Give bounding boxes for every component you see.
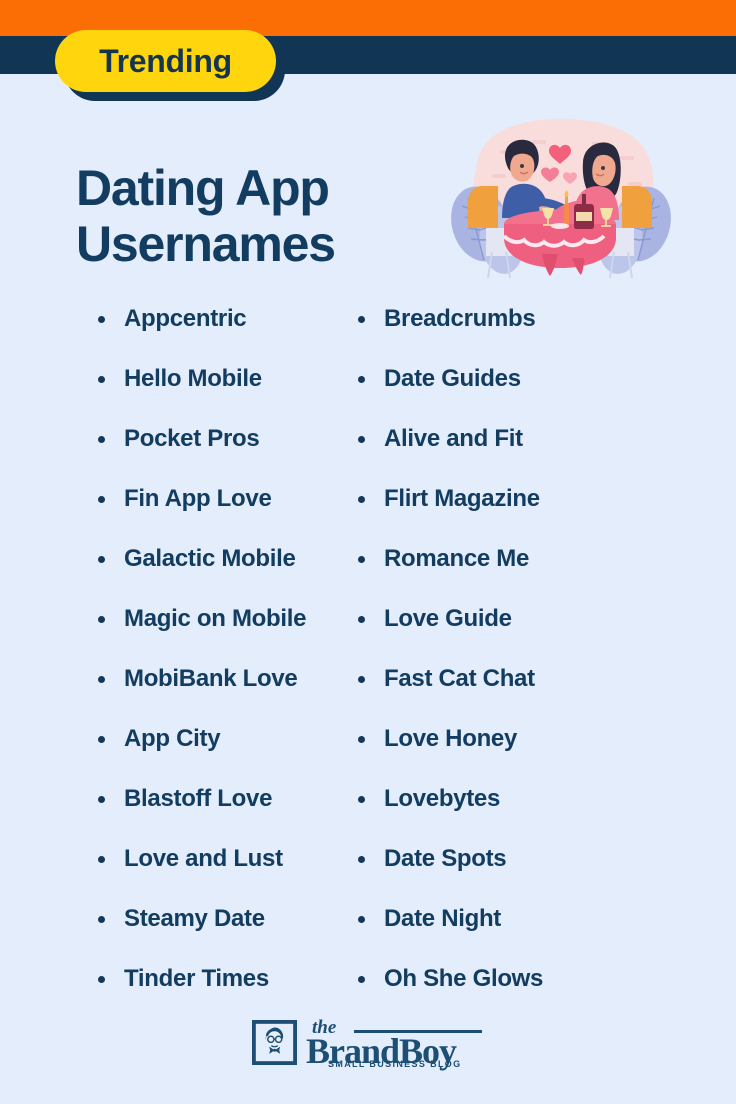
list-item: Blastoff Love — [98, 782, 340, 842]
footer: the BrandBoy SMALL BUSINESS BLOG — [0, 1017, 736, 1071]
list-item: Steamy Date — [98, 902, 340, 962]
trending-badge-label: Trending — [99, 42, 232, 79]
list-item: MobiBank Love — [98, 662, 340, 722]
list-item: Hello Mobile — [98, 362, 340, 422]
trending-badge-pill: Trending — [55, 30, 276, 92]
list-item: Oh She Glows — [358, 962, 736, 1022]
list-item: Lovebytes — [358, 782, 736, 842]
username-lists: Appcentric Hello Mobile Pocket Pros Fin … — [0, 302, 736, 1022]
list-item: Date Spots — [358, 842, 736, 902]
brandboy-boy-face-icon — [252, 1019, 297, 1065]
list-item: Flirt Magazine — [358, 482, 736, 542]
list-item: Magic on Mobile — [98, 602, 340, 662]
list-item: Alive and Fit — [358, 422, 736, 482]
list-item: Fin App Love — [98, 482, 340, 542]
page-title-line-1: Dating App — [76, 159, 330, 216]
list-item: Romance Me — [358, 542, 736, 602]
list-item: Pocket Pros — [98, 422, 340, 482]
brandboy-logo-text: the BrandBoy SMALL BUSINESS BLOG — [306, 1017, 484, 1071]
brandboy-logo: the BrandBoy SMALL BUSINESS BLOG — [252, 1017, 484, 1071]
logo-tagline: SMALL BUSINESS BLOG — [328, 1059, 462, 1069]
username-list-right-column: Breadcrumbs Date Guides Alive and Fit Fl… — [340, 302, 736, 1022]
username-list-right: Breadcrumbs Date Guides Alive and Fit Fl… — [358, 302, 736, 1022]
list-item: App City — [98, 722, 340, 782]
couple-romantic-dinner-illustration — [444, 112, 676, 288]
list-item: Love Guide — [358, 602, 736, 662]
list-item: Date Guides — [358, 362, 736, 422]
list-item: Love and Lust — [98, 842, 340, 902]
list-item: Fast Cat Chat — [358, 662, 736, 722]
page-title: Dating App Usernames — [76, 160, 446, 272]
list-item: Love Honey — [358, 722, 736, 782]
username-list-left: Appcentric Hello Mobile Pocket Pros Fin … — [98, 302, 340, 1022]
username-list-left-column: Appcentric Hello Mobile Pocket Pros Fin … — [0, 302, 340, 1022]
page-title-line-2: Usernames — [76, 215, 336, 272]
list-item: Date Night — [358, 902, 736, 962]
list-item: Breadcrumbs — [358, 302, 736, 362]
list-item: Galactic Mobile — [98, 542, 340, 602]
list-item: Appcentric — [98, 302, 340, 362]
list-item: Tinder Times — [98, 962, 340, 1022]
trending-badge: Trending — [55, 30, 285, 102]
